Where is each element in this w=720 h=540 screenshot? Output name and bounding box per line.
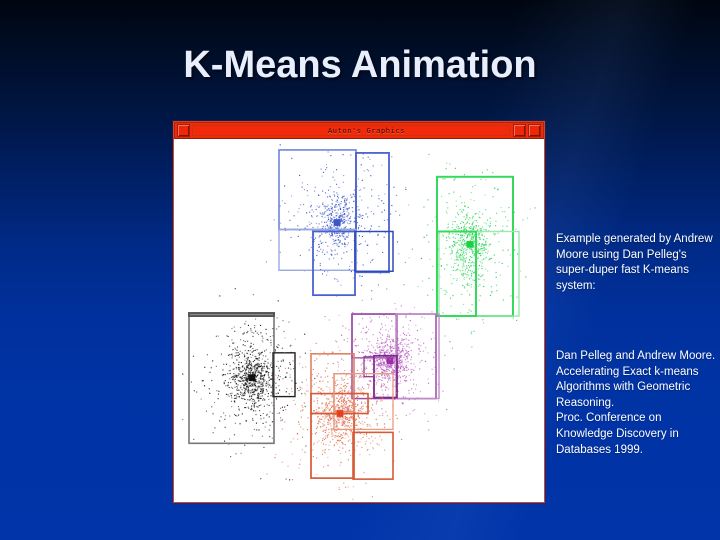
window-title-text: Auton's Graphics	[327, 126, 406, 135]
cluster-green-centroid	[466, 241, 474, 248]
cluster-green	[403, 153, 536, 370]
window-minimize-button[interactable]	[513, 124, 526, 137]
cluster-green-points	[403, 153, 536, 370]
graphics-window[interactable]: Auton's Graphics	[173, 121, 545, 503]
cluster-blue-points	[265, 144, 425, 301]
cluster-layer	[182, 144, 536, 500]
caption-citation: Dan Pelleg and Andrew Moore. Acceleratin…	[556, 350, 716, 456]
cluster-blue	[265, 144, 425, 301]
plot-canvas[interactable]	[174, 139, 544, 502]
cluster-magenta-centroid	[386, 357, 394, 365]
slide-background: K-Means Animation Auton's Graphics Examp…	[0, 0, 720, 540]
page-title: K-Means Animation	[183, 44, 537, 86]
cluster-orange-centroid	[336, 410, 344, 417]
cluster-black	[182, 288, 316, 481]
window-titlebar[interactable]: Auton's Graphics	[174, 122, 544, 139]
cluster-black-centroid	[248, 374, 256, 382]
kmeans-scatter-plot	[182, 144, 536, 500]
caption-attribution: Example generated by Andrew Moore using …	[556, 233, 713, 292]
cluster-blue-centroid	[333, 219, 341, 226]
window-menu-button[interactable]	[177, 124, 190, 137]
window-controls-group[interactable]	[513, 124, 541, 137]
cluster-magenta-bounding-rects	[351, 313, 440, 400]
window-maximize-button[interactable]	[528, 124, 541, 137]
